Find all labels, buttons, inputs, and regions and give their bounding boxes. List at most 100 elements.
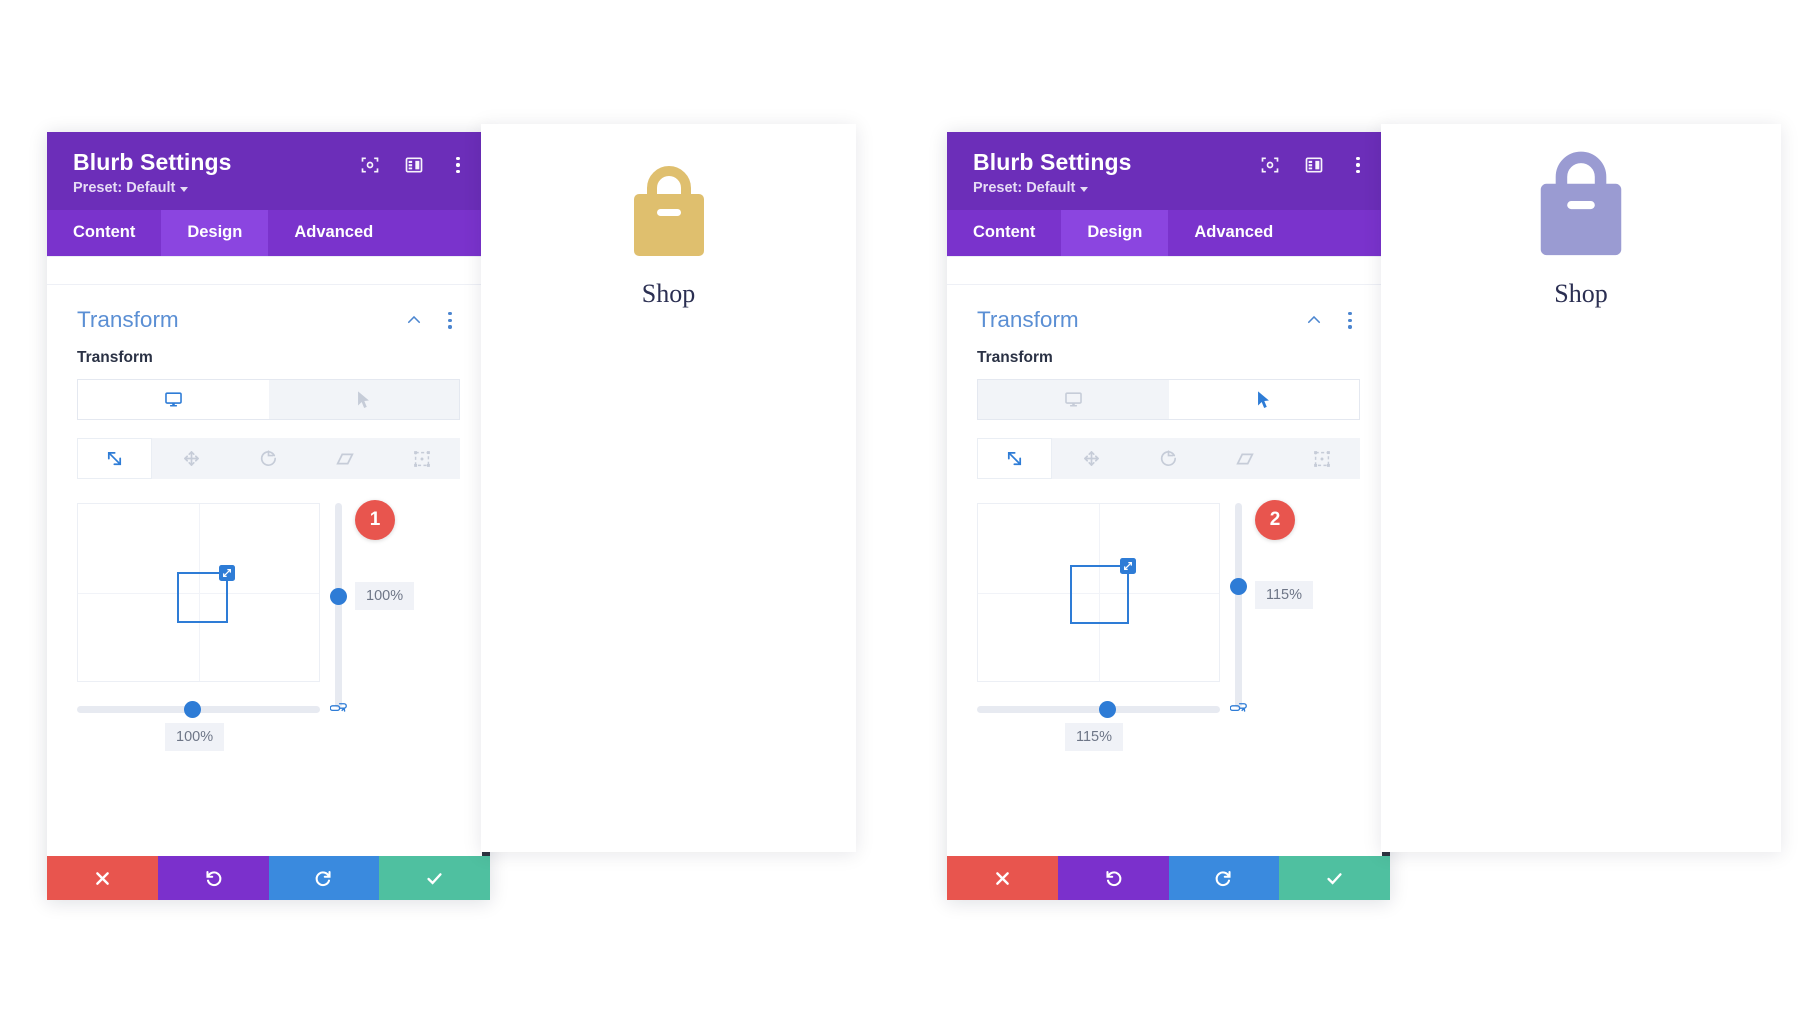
transform-resize-handle[interactable] <box>219 565 235 582</box>
origin-icon <box>414 450 431 467</box>
tool-origin[interactable] <box>384 438 460 480</box>
link-axes-icon[interactable] <box>1230 701 1247 715</box>
tool-scale[interactable] <box>77 438 153 480</box>
scale-icon <box>1007 452 1022 466</box>
move-icon <box>184 451 199 467</box>
more-vertical-icon[interactable] <box>448 155 468 175</box>
tool-origin[interactable] <box>1284 438 1360 480</box>
callout-number: 1 <box>369 509 381 530</box>
scale-y-slider-knob[interactable] <box>1230 578 1247 596</box>
rotate-icon <box>260 450 276 467</box>
transform-box[interactable] <box>177 565 235 624</box>
modal-header: Blurb Settings Preset: Default <box>947 132 1390 211</box>
undo-button[interactable] <box>157 856 269 900</box>
scale-x-slider-knob[interactable] <box>184 701 201 719</box>
skew-icon <box>1236 453 1255 465</box>
save-button[interactable] <box>379 856 490 900</box>
focus-frame-icon[interactable] <box>360 155 380 175</box>
chevron-up-icon[interactable] <box>1305 311 1323 329</box>
tab-advanced[interactable]: Advanced <box>1168 210 1299 256</box>
move-icon <box>1084 451 1099 467</box>
scale-y-value: 115% <box>1255 581 1314 610</box>
chevron-up-icon[interactable] <box>405 311 423 329</box>
blurb-settings-modal: Blurb Settings Preset: Default Content D… <box>947 132 1390 900</box>
device-state-toggle <box>947 375 1390 421</box>
tab-content[interactable]: Content <box>947 210 1061 256</box>
rotate-icon <box>1160 450 1176 467</box>
chevron-down-icon <box>1080 186 1089 192</box>
callout-number: 2 <box>1269 509 1281 530</box>
resize-arrows-icon <box>1124 562 1132 571</box>
close-icon <box>96 871 109 885</box>
undo-icon <box>1106 870 1121 886</box>
transform-section-header: Transform <box>947 285 1390 343</box>
tool-skew[interactable] <box>308 438 383 480</box>
cancel-button[interactable] <box>947 856 1058 900</box>
preset-selector[interactable]: Preset: Default <box>73 180 189 196</box>
toggle-hover-state[interactable] <box>269 380 460 419</box>
blurb-module: Shop <box>1381 151 1781 309</box>
cursor-pointer-icon <box>358 391 370 408</box>
transform-box[interactable] <box>1070 558 1136 625</box>
toggle-desktop-state[interactable] <box>978 380 1169 419</box>
tab-advanced[interactable]: Advanced <box>268 210 399 256</box>
scale-x-value: 100% <box>165 723 225 752</box>
tool-scale[interactable] <box>977 438 1053 480</box>
scale-y-slider-knob[interactable] <box>330 588 347 606</box>
tool-translate[interactable] <box>1054 438 1130 480</box>
shopping-bag-icon <box>633 166 704 256</box>
preset-selector[interactable]: Preset: Default <box>973 180 1089 197</box>
scale-x-slider[interactable] <box>977 701 1220 719</box>
callout-badge-1: 1 <box>355 500 395 540</box>
preset-label: Preset: Default <box>973 180 1076 197</box>
blurb-module: Shop <box>481 162 856 309</box>
undo-icon <box>206 870 221 886</box>
transform-tool-row <box>947 420 1390 480</box>
tab-design[interactable]: Design <box>161 210 269 257</box>
undo-button[interactable] <box>1057 856 1169 900</box>
transform-preview-pad[interactable] <box>77 503 320 683</box>
modal-body: Transform Transform <box>47 256 490 856</box>
tab-content[interactable]: Content <box>47 210 161 256</box>
focus-frame-icon[interactable] <box>1260 155 1280 175</box>
transform-section-header: Transform <box>47 285 490 343</box>
toggle-desktop-state[interactable] <box>78 380 269 420</box>
transform-field-label: Transform <box>977 349 1053 367</box>
transform-tool-row <box>47 420 490 480</box>
cursor-pointer-icon <box>1258 391 1270 408</box>
redo-button[interactable] <box>1168 856 1280 900</box>
toggle-hover-state[interactable] <box>1168 380 1359 420</box>
scale-x-slider[interactable] <box>77 701 320 719</box>
tab-design[interactable]: Design <box>1061 210 1169 257</box>
more-vertical-icon[interactable] <box>1340 310 1360 330</box>
section-header-actions <box>405 310 460 330</box>
redo-icon <box>1216 870 1231 886</box>
scale-y-slider[interactable] <box>1230 503 1247 709</box>
transform-resize-handle[interactable] <box>1120 558 1136 575</box>
tool-skew[interactable] <box>1208 438 1283 480</box>
chevron-down-icon <box>180 186 189 192</box>
more-vertical-icon[interactable] <box>440 310 460 330</box>
resize-arrows-icon <box>223 569 231 578</box>
origin-icon <box>1314 450 1331 467</box>
layout-columns-icon[interactable] <box>404 155 424 175</box>
more-vertical-icon[interactable] <box>1348 155 1368 175</box>
redo-button[interactable] <box>268 856 380 900</box>
redo-icon <box>316 870 331 886</box>
tool-translate[interactable] <box>154 438 230 480</box>
live-preview-card: Shop <box>481 124 856 852</box>
section-title: Transform <box>77 307 179 333</box>
modal-header: Blurb Settings Preset: Default <box>47 132 490 211</box>
layout-columns-icon[interactable] <box>1304 155 1324 175</box>
modal-tabs: Content Design Advanced <box>47 210 490 257</box>
transform-preview-pad[interactable] <box>977 503 1220 683</box>
tool-rotate[interactable] <box>1131 438 1206 480</box>
link-axes-icon[interactable] <box>330 701 347 715</box>
save-button[interactable] <box>1279 856 1390 900</box>
check-icon <box>1327 872 1342 885</box>
scale-y-slider[interactable] <box>330 503 347 709</box>
cancel-button[interactable] <box>47 856 158 900</box>
modal-header-actions <box>360 155 468 175</box>
scale-x-slider-knob[interactable] <box>1099 701 1116 719</box>
tool-rotate[interactable] <box>231 438 306 480</box>
